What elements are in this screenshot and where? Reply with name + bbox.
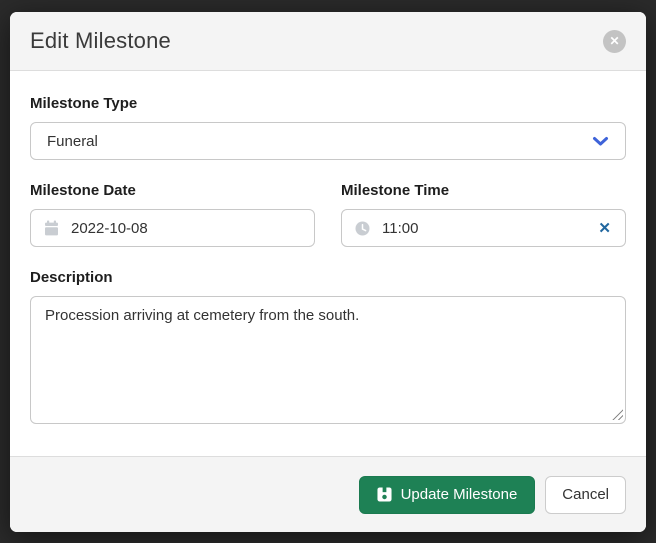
- date-time-row: Milestone Date: [30, 182, 626, 247]
- milestone-time-label: Milestone Time: [341, 182, 626, 199]
- milestone-type-select[interactable]: Funeral: [30, 122, 626, 160]
- modal-footer: Update Milestone Cancel: [10, 456, 646, 532]
- milestone-type-value: Funeral: [47, 133, 98, 150]
- clear-time-button[interactable]: ✕: [597, 221, 612, 236]
- close-button[interactable]: ✕: [603, 30, 626, 53]
- modal-title: Edit Milestone: [30, 28, 171, 54]
- milestone-date-input[interactable]: [71, 220, 301, 237]
- edit-milestone-modal: Edit Milestone ✕ Milestone Type Funeral …: [10, 12, 646, 532]
- modal-body: Milestone Type Funeral Milestone Date: [10, 71, 646, 456]
- clock-icon: [355, 221, 370, 236]
- description-label: Description: [30, 269, 626, 286]
- clear-icon: ✕: [598, 220, 611, 237]
- milestone-date-field[interactable]: [30, 209, 315, 247]
- calendar-icon: [44, 220, 59, 236]
- milestone-time-field-group: Milestone Time ✕: [341, 182, 626, 247]
- milestone-date-field-group: Milestone Date: [30, 182, 315, 247]
- milestone-date-label: Milestone Date: [30, 182, 315, 199]
- description-textarea[interactable]: Procession arriving at cemetery from the…: [30, 296, 626, 424]
- save-icon: [377, 487, 392, 502]
- milestone-time-field[interactable]: ✕: [341, 209, 626, 247]
- modal-header: Edit Milestone ✕: [10, 12, 646, 71]
- chevron-down-icon: [592, 136, 609, 147]
- description-field: Procession arriving at cemetery from the…: [30, 296, 626, 424]
- milestone-type-label: Milestone Type: [30, 95, 626, 112]
- update-milestone-label: Update Milestone: [401, 486, 518, 503]
- milestone-time-input[interactable]: [382, 220, 585, 237]
- cancel-button[interactable]: Cancel: [545, 476, 626, 514]
- close-icon: ✕: [609, 35, 619, 47]
- update-milestone-button[interactable]: Update Milestone: [359, 476, 536, 514]
